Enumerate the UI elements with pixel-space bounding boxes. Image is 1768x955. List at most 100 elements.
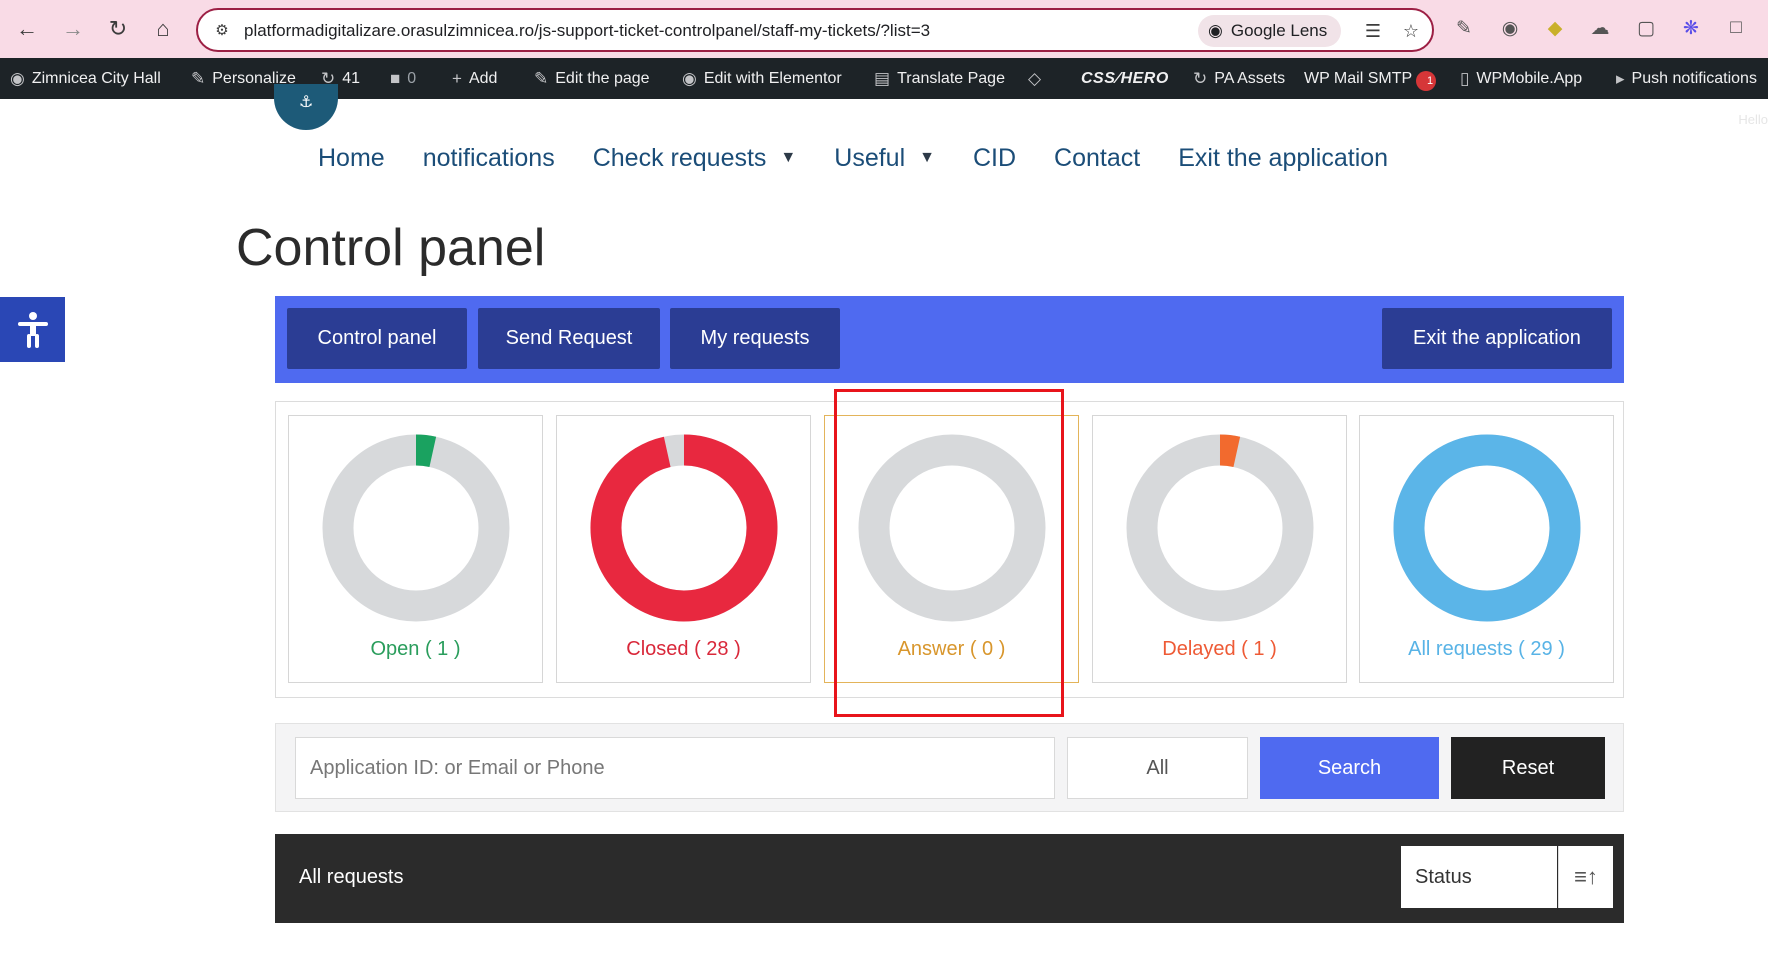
admin-site-name[interactable]: ◉ Zimnicea City Hall [10,58,161,99]
push-label: Push notifications [1631,69,1757,87]
pa-refresh-icon: ↻ [1193,68,1208,88]
font-extension-icon[interactable]: ▢ [1632,14,1660,42]
nav-cid[interactable]: CID [973,144,1016,173]
sort-by-select[interactable]: Status [1401,846,1557,908]
nav-check-requests[interactable]: Check requests [593,144,767,173]
translate-icon[interactable]: ☰ [1360,18,1386,44]
updates-count: 41 [342,69,361,87]
site-logo[interactable]: ⚓ [274,84,338,130]
admin-push-notifications[interactable]: ▸ Push notifications [1616,58,1757,99]
admin-edit-elementor[interactable]: ◉ Edit with Elementor [682,58,842,99]
extensions-puzzle-icon[interactable]: □ [1722,14,1750,42]
open-donut-chart [322,434,510,622]
admin-translate-page[interactable]: ▤ Translate Page [874,58,1005,99]
forward-icon[interactable]: → [56,12,90,46]
stat-label-all-requests: All requests ( 29 ) [1408,638,1565,660]
stat-card-delayed[interactable]: Delayed ( 1 ) [1092,415,1347,683]
sort-direction-icon[interactable]: ≡↑ [1558,846,1613,908]
stat-label-delayed: Delayed ( 1 ) [1162,638,1277,660]
lens-label: Google Lens [1230,21,1328,40]
admin-css-hero[interactable]: CSS ⁄ HERO [1081,58,1169,99]
sparkle-extension-icon[interactable]: ❋ [1677,14,1705,42]
stat-card-closed[interactable]: Closed ( 28 ) [556,415,811,683]
admin-diamond[interactable]: ◇ [1028,58,1041,99]
mobile-icon: ▯ [1460,68,1470,88]
closed-donut-chart [590,434,778,622]
admin-add-new[interactable]: + Add [452,58,497,99]
wpmobile-label: WPMobile.App [1476,69,1583,87]
nav-home[interactable]: Home [318,144,385,173]
check-requests-caret-icon[interactable]: ▼ [780,149,796,167]
lens-icon: ◉ [1208,21,1223,40]
donut-arc [415,434,437,468]
wp-mail-label: WP Mail SMTP [1304,69,1413,87]
url-text[interactable]: platformadigitalizare.orasulzimnicea.ro/… [244,21,930,41]
all-requests-donut-chart [1393,434,1581,622]
bookmark-star-icon[interactable]: ☆ [1398,18,1424,44]
stat-label-closed: Closed ( 28 ) [626,638,741,660]
stat-card-answer[interactable]: Answer ( 0 ) [824,415,1079,683]
dashboard-icon: ◉ [10,68,25,88]
accessibility-button[interactable] [0,297,65,362]
nav-exit[interactable]: Exit the application [1178,144,1388,173]
back-icon[interactable]: ← [10,12,44,46]
exit-application-button[interactable]: Exit the application [1382,308,1612,369]
stat-label-answer: Answer ( 0 ) [897,638,1006,660]
status-filter-select[interactable]: All [1067,737,1248,799]
megaphone-icon: ▸ [1616,68,1625,88]
admin-edit-page[interactable]: ✎ Edit the page [534,58,650,99]
control-panel-button[interactable]: Control panel [287,308,467,369]
home-icon[interactable]: ⌂ [146,12,180,46]
pencil-icon: ✎ [534,68,549,88]
donut-arc [1219,434,1241,468]
hello-greeting: Hello [1738,112,1768,127]
edit-page-label: Edit the page [555,69,650,87]
stats-panel: Open ( 1 ) Closed ( 28 ) Answer ( 0 ) De… [275,401,1624,698]
translate-label: Translate Page [897,69,1005,87]
donut-track [322,434,510,622]
reset-button[interactable]: Reset [1451,737,1605,799]
stat-label-open: Open ( 1 ) [370,638,461,660]
search-button[interactable]: Search [1260,737,1439,799]
browser-toolbar: ← → ↻ ⌂ ⚙ platformadigitalizare.orasulzi… [0,0,1768,58]
send-request-button[interactable]: Send Request [478,308,660,369]
google-lens-button[interactable]: ◉ Google Lens [1198,15,1342,47]
address-bar[interactable]: ⚙ platformadigitalizare.orasulzimnicea.r… [196,8,1434,52]
requests-list-header: All requests Status ≡↑ [275,834,1624,923]
css-hero-label-b: HERO [1120,69,1169,87]
admin-wpmobile[interactable]: ▯ WPMobile.App [1460,58,1582,99]
gem-extension-icon[interactable]: ◆ [1541,14,1569,42]
nav-contact[interactable]: Contact [1054,144,1140,173]
cloud-extension-icon[interactable]: ☁ [1586,14,1614,42]
search-filter-bar: All Search Reset [275,723,1624,812]
eyedropper-extension-icon[interactable]: ✎ [1450,14,1478,42]
useful-caret-icon[interactable]: ▼ [919,149,935,167]
list-title: All requests [299,866,404,888]
wp-mail-notification-badge: 1 [1416,70,1437,91]
search-input[interactable] [295,737,1055,799]
donut-track [858,434,1046,622]
nav-useful[interactable]: Useful [834,144,905,173]
delayed-donut-chart [1126,434,1314,622]
answer-donut-chart [858,434,1046,622]
admin-wp-mail-smtp[interactable]: WP Mail SMTP 1 [1304,58,1437,99]
admin-comments[interactable]: ■ 0 [390,58,416,99]
donut-track [1126,434,1314,622]
comments-count: 0 [407,69,417,87]
nav-notifications[interactable]: notifications [423,144,555,173]
add-label: Add [468,69,498,87]
donut-arc [1393,434,1581,622]
stat-card-open[interactable]: Open ( 1 ) [288,415,543,683]
pa-assets-label: PA Assets [1214,69,1286,87]
site-name-label: Zimnicea City Hall [31,69,161,87]
site-info-icon[interactable]: ⚙ [210,18,234,42]
my-requests-button[interactable]: My requests [670,308,840,369]
accessibility-icon [17,311,48,348]
page-title: Control panel [236,219,546,277]
reload-icon[interactable]: ↻ [101,12,135,46]
camera-extension-icon[interactable]: ◉ [1496,14,1524,42]
admin-pa-assets[interactable]: ↻ PA Assets [1193,58,1285,99]
comment-icon: ■ [390,68,401,88]
translate-page-icon: ▤ [874,68,891,88]
stat-card-all-requests[interactable]: All requests ( 29 ) [1359,415,1614,683]
